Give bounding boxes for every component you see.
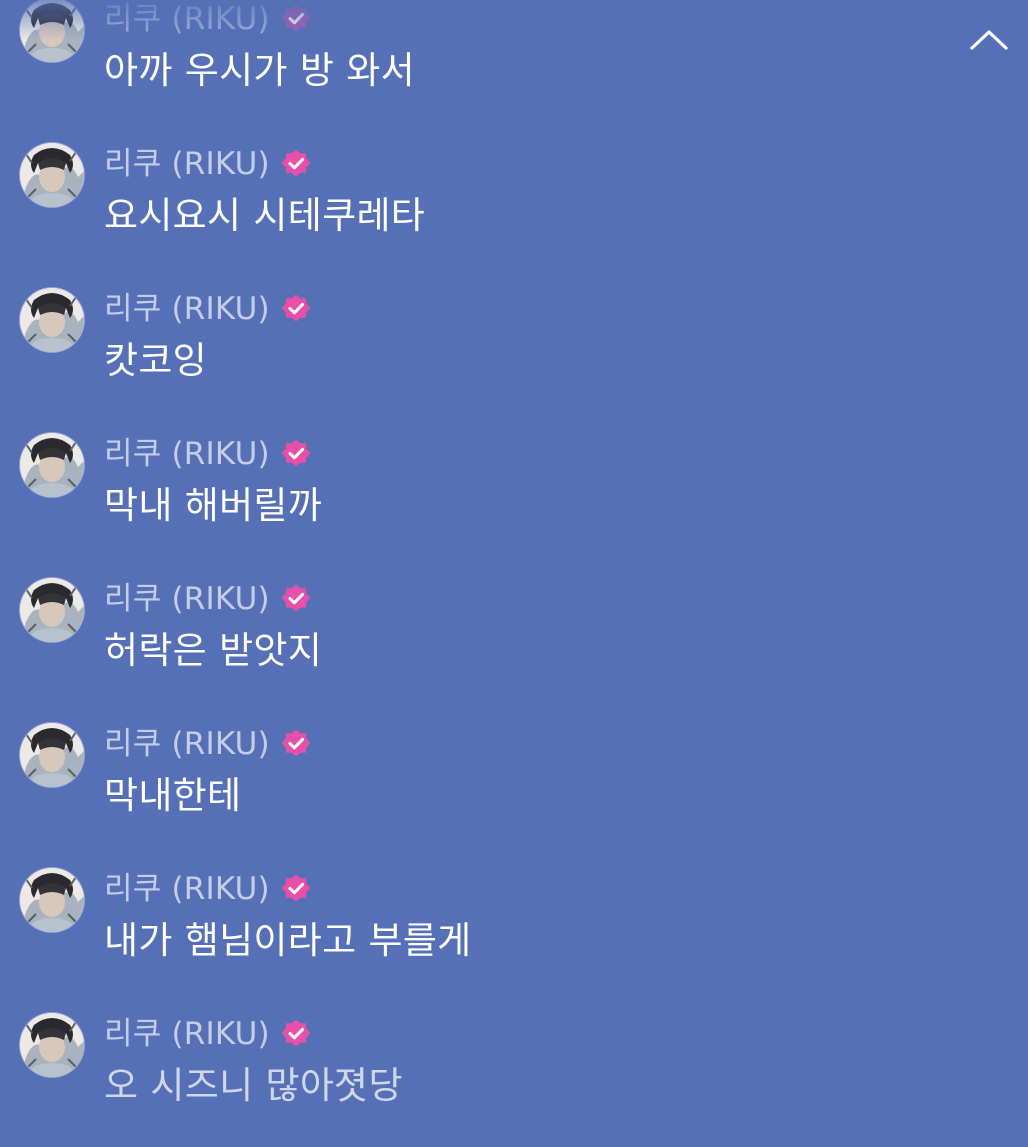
verified-check-icon bbox=[281, 4, 311, 32]
chat-message: 리쿠 (RIKU) 막내 해버릴까 bbox=[0, 433, 960, 553]
chat-message: 리쿠 (RIKU) 내가 햄님이라고 부를게 bbox=[0, 868, 960, 988]
sender-row: 리쿠 (RIKU) bbox=[104, 725, 312, 763]
sender-name[interactable]: 리쿠 (RIKU) bbox=[104, 145, 270, 183]
chat-message: 리쿠 (RIKU) 막내한테 bbox=[0, 723, 960, 843]
message-text: 막내한테 bbox=[104, 774, 242, 817]
message-text: 캇코잉 bbox=[104, 339, 208, 382]
message-text: 내가 햄님이라고 부를게 bbox=[104, 919, 472, 962]
sender-name[interactable]: 리쿠 (RIKU) bbox=[104, 580, 270, 618]
avatar[interactable] bbox=[20, 0, 84, 62]
verified-check-icon bbox=[281, 1019, 311, 1047]
collapse-chat-button[interactable] bbox=[962, 20, 1016, 60]
chat-message: 리쿠 (RIKU) 요시요시 시테쿠레타 bbox=[0, 143, 960, 263]
avatar[interactable] bbox=[20, 1013, 84, 1077]
sender-name[interactable]: 리쿠 (RIKU) bbox=[104, 870, 270, 908]
avatar[interactable] bbox=[20, 578, 84, 642]
verified-check-icon bbox=[281, 729, 311, 757]
message-text: 허락은 받앗지 bbox=[104, 629, 323, 672]
sender-row: 리쿠 (RIKU) bbox=[104, 870, 312, 908]
sender-row: 리쿠 (RIKU) bbox=[104, 290, 312, 328]
verified-check-icon bbox=[281, 584, 311, 612]
avatar[interactable] bbox=[20, 868, 84, 932]
chat-message: 리쿠 (RIKU) 허락은 받앗지 bbox=[0, 578, 960, 698]
sender-name[interactable]: 리쿠 (RIKU) bbox=[104, 290, 270, 328]
avatar[interactable] bbox=[20, 288, 84, 352]
avatar[interactable] bbox=[20, 723, 84, 787]
sender-name[interactable]: 리쿠 (RIKU) bbox=[104, 725, 270, 763]
verified-check-icon bbox=[281, 874, 311, 902]
message-text: 막내 해버릴까 bbox=[104, 484, 323, 527]
message-text: 오 시즈니 많아졋당 bbox=[104, 1064, 403, 1107]
sender-row: 리쿠 (RIKU) bbox=[104, 0, 312, 38]
avatar[interactable] bbox=[20, 143, 84, 207]
verified-check-icon bbox=[281, 294, 311, 322]
sender-name[interactable]: 리쿠 (RIKU) bbox=[104, 435, 270, 473]
message-text: 요시요시 시테쿠레타 bbox=[104, 194, 426, 237]
chevron-up-icon bbox=[970, 30, 1008, 50]
sender-name[interactable]: 리쿠 (RIKU) bbox=[104, 0, 270, 38]
sender-name[interactable]: 리쿠 (RIKU) bbox=[104, 1015, 270, 1053]
sender-row: 리쿠 (RIKU) bbox=[104, 435, 312, 473]
chat-message: 리쿠 (RIKU) 오 시즈니 많아졋당 bbox=[0, 1013, 960, 1133]
avatar[interactable] bbox=[20, 433, 84, 497]
sender-row: 리쿠 (RIKU) bbox=[104, 580, 312, 618]
verified-check-icon bbox=[281, 439, 311, 467]
sender-row: 리쿠 (RIKU) bbox=[104, 1015, 312, 1053]
verified-check-icon bbox=[281, 149, 311, 177]
message-text: 아까 우시가 방 와서 bbox=[104, 49, 415, 92]
chat-message: 리쿠 (RIKU) 아까 우시가 방 와서 bbox=[0, 0, 960, 118]
chat-log[interactable]: 리쿠 (RIKU) 아까 우시가 방 와서 리쿠 (RIKU) 요시요시 시테쿠… bbox=[0, 0, 1028, 1147]
sender-row: 리쿠 (RIKU) bbox=[104, 145, 312, 183]
chat-message: 리쿠 (RIKU) 캇코잉 bbox=[0, 288, 960, 408]
